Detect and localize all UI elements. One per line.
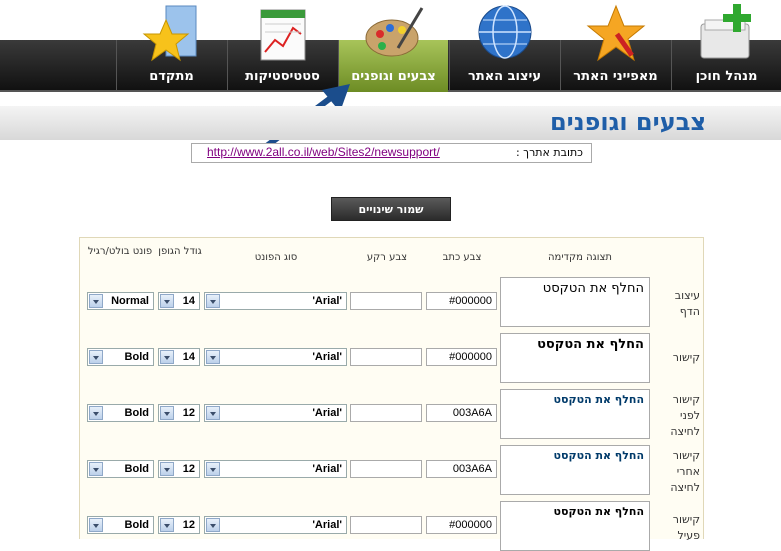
site-url-box: כתובת אתרך : http://www.2all.co.il/web/S…: [191, 143, 592, 163]
nav-item-content-manager[interactable]: מנהל חוכן: [671, 4, 781, 92]
site-url-link[interactable]: http://www.2all.co.il/web/Sites2/newsupp…: [207, 145, 440, 159]
text-color-input[interactable]: #000000: [426, 516, 497, 534]
text-color-input[interactable]: #000000: [426, 292, 497, 310]
select-value: 'Arial': [312, 463, 342, 475]
column-header-font-type: סוג הפונט: [254, 252, 298, 263]
chevron-down-icon: [206, 406, 220, 420]
preview-box: החלף את הטקסט: [500, 333, 650, 383]
chevron-down-icon: [160, 350, 174, 364]
font-style-select[interactable]: Bold: [87, 516, 154, 534]
font-type-select[interactable]: 'Arial': [204, 404, 347, 422]
font-size-select[interactable]: 12: [158, 404, 200, 422]
star-folder-icon: [142, 5, 196, 62]
star-tools-icon: [586, 4, 645, 62]
site-url-label: כתובת אתרך :: [515, 146, 583, 159]
font-type-select[interactable]: 'Arial': [204, 460, 347, 478]
preview-box: החלף את הטקסט: [500, 501, 650, 551]
font-size-select[interactable]: 14: [158, 292, 200, 310]
select-value: 12: [182, 463, 195, 475]
font-style-select[interactable]: Bold: [87, 348, 154, 366]
select-value: 12: [182, 407, 195, 419]
chevron-down-icon: [160, 406, 174, 420]
font-size-select[interactable]: 12: [158, 460, 200, 478]
select-value: Bold: [124, 519, 149, 531]
text-color-input[interactable]: #000000: [426, 348, 497, 366]
nav-item-advanced[interactable]: מתקדם: [116, 5, 226, 92]
globe-icon: [478, 5, 531, 59]
chevron-down-icon: [206, 294, 220, 308]
chevron-down-icon: [206, 350, 220, 364]
font-style-select[interactable]: Bold: [87, 404, 154, 422]
bg-color-input[interactable]: [350, 292, 422, 310]
font-style-select[interactable]: Bold: [87, 460, 154, 478]
text-color-input[interactable]: 003A6A: [426, 460, 497, 478]
page-title: צבעים וגופנים: [549, 108, 706, 136]
select-value: 'Arial': [312, 519, 342, 531]
chevron-down-icon: [89, 350, 103, 364]
palette-icon: [365, 7, 423, 57]
font-type-select[interactable]: 'Arial': [204, 516, 347, 534]
column-header-preview: תצוגה מקדימה: [548, 252, 612, 263]
select-value: 'Arial': [312, 295, 342, 307]
font-style-select[interactable]: Normal: [87, 292, 154, 310]
select-value: 14: [182, 351, 195, 363]
chevron-down-icon: [206, 462, 220, 476]
font-size-select[interactable]: 14: [158, 348, 200, 366]
column-header-font-style: פונט בולט/רגיל: [87, 246, 153, 257]
select-value: Normal: [111, 295, 149, 307]
preview-box: החלף את הטקסט: [500, 445, 650, 495]
chevron-down-icon: [89, 406, 103, 420]
text-color-input[interactable]: 003A6A: [426, 404, 497, 422]
preview-box: החלף את הטקסט: [500, 389, 650, 439]
select-value: Bold: [124, 351, 149, 363]
chevron-down-icon: [160, 294, 174, 308]
row-label: קישור פעיל: [672, 513, 700, 542]
column-header-bg-color: צבע רקע: [366, 252, 408, 263]
chevron-down-icon: [89, 462, 103, 476]
nav-item-site-design[interactable]: עיצוב האתר: [449, 5, 559, 92]
font-size-select[interactable]: 12: [158, 516, 200, 534]
preview-box: החלף את הטקסט: [500, 277, 650, 327]
chevron-down-icon: [89, 518, 103, 532]
add-content-icon: [700, 4, 751, 59]
title-bullet: [696, 121, 702, 127]
top-navigation: מנהל חוכן מאפייני האתר עיצוב האתר צבעים …: [0, 0, 781, 92]
chevron-down-icon: [89, 294, 103, 308]
row-label: קישור לפני לחיצה: [670, 393, 700, 438]
bg-color-input[interactable]: [350, 404, 422, 422]
font-type-select[interactable]: 'Arial': [204, 292, 347, 310]
stats-chart-icon: [260, 9, 305, 61]
chevron-down-icon: [160, 518, 174, 532]
select-value: 'Arial': [312, 407, 342, 419]
bg-color-input[interactable]: [350, 516, 422, 534]
row-label: קישור אחרי לחיצה: [670, 449, 700, 494]
row-label: עיצוב הדף: [674, 289, 700, 318]
font-type-select[interactable]: 'Arial': [204, 348, 347, 366]
save-changes-button[interactable]: שמור שינויים: [331, 197, 451, 221]
bg-color-input[interactable]: [350, 348, 422, 366]
nav-label: מנהל חוכן: [695, 69, 758, 84]
select-value: 14: [182, 295, 195, 307]
bg-color-input[interactable]: [350, 460, 422, 478]
nav-label: מאפייני האתר: [573, 69, 658, 84]
row-label: קישור: [672, 351, 700, 364]
select-value: Bold: [124, 463, 149, 475]
select-value: 'Arial': [312, 351, 342, 363]
column-header-font-size: גודל הגופן: [158, 246, 202, 257]
chevron-down-icon: [160, 462, 174, 476]
select-value: 12: [182, 519, 195, 531]
nav-label: עיצוב האתר: [468, 69, 541, 84]
select-value: Bold: [124, 407, 149, 419]
nav-label: מתקדם: [149, 69, 194, 84]
nav-item-site-properties[interactable]: מאפייני האתר: [560, 4, 670, 92]
chevron-down-icon: [206, 518, 220, 532]
column-header-text-color: צבע כתב: [442, 252, 482, 263]
